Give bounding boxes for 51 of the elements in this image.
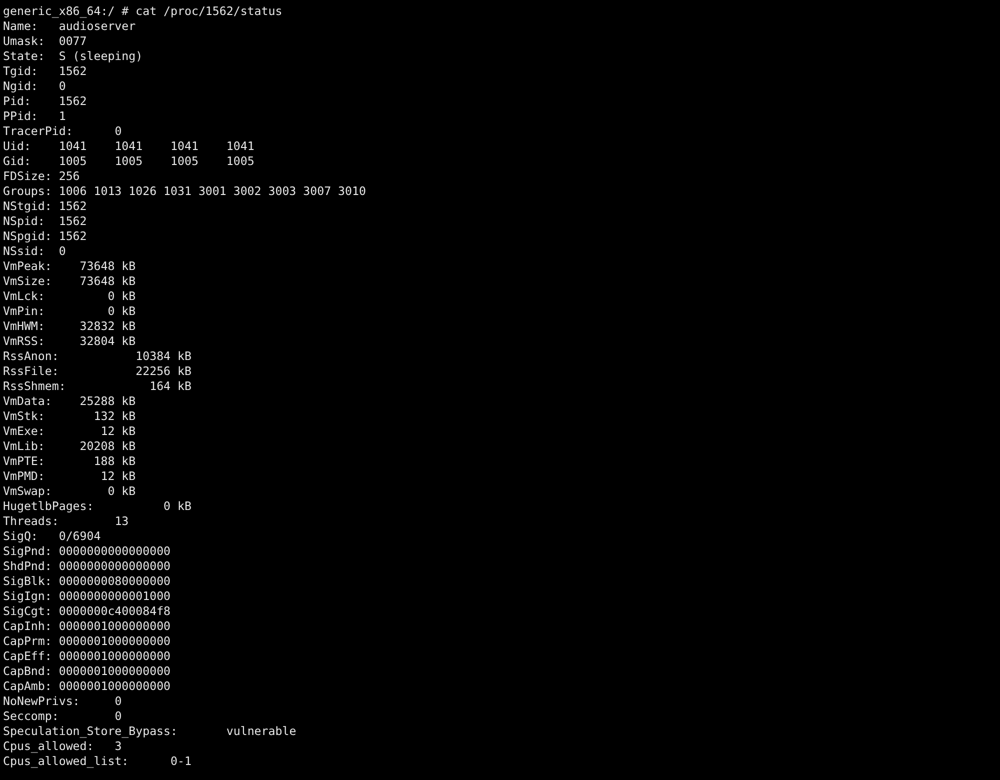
terminal-line: PPid: 1 bbox=[3, 109, 66, 124]
terminal-line: VmRSS: 32804 kB bbox=[3, 334, 136, 349]
terminal-line: Name: audioserver bbox=[3, 19, 136, 34]
terminal-line: Cpus_allowed_list: 0-1 bbox=[3, 754, 192, 769]
terminal-line: State: S (sleeping) bbox=[3, 49, 143, 64]
terminal-line: VmExe: 12 kB bbox=[3, 424, 136, 439]
terminal-line: VmData: 25288 kB bbox=[3, 394, 136, 409]
terminal-line: SigCgt: 0000000c400084f8 bbox=[3, 604, 171, 619]
terminal-line: Ngid: 0 bbox=[3, 79, 66, 94]
terminal-line: CapPrm: 0000001000000000 bbox=[3, 634, 171, 649]
terminal-line: Speculation_Store_Bypass: vulnerable bbox=[3, 724, 296, 739]
terminal-line: RssAnon: 10384 kB bbox=[3, 349, 192, 364]
terminal-line: Gid: 1005 1005 1005 1005 bbox=[3, 154, 254, 169]
terminal-line: HugetlbPages: 0 kB bbox=[3, 499, 192, 514]
terminal-line: VmPMD: 12 kB bbox=[3, 469, 136, 484]
terminal-line: VmSize: 73648 kB bbox=[3, 274, 136, 289]
terminal-line: VmStk: 132 kB bbox=[3, 409, 136, 424]
terminal-line: VmHWM: 32832 kB bbox=[3, 319, 136, 334]
terminal-line: VmPTE: 188 kB bbox=[3, 454, 136, 469]
terminal-line: VmPeak: 73648 kB bbox=[3, 259, 136, 274]
terminal-line: Tgid: 1562 bbox=[3, 64, 87, 79]
terminal-line: SigPnd: 0000000000000000 bbox=[3, 544, 171, 559]
terminal-line: CapInh: 0000001000000000 bbox=[3, 619, 171, 634]
terminal-line: ShdPnd: 0000000000000000 bbox=[3, 559, 171, 574]
terminal-line: NoNewPrivs: 0 bbox=[3, 694, 122, 709]
terminal-line: SigQ: 0/6904 bbox=[3, 529, 101, 544]
terminal-line: Seccomp: 0 bbox=[3, 709, 122, 724]
terminal-line: Umask: 0077 bbox=[3, 34, 87, 49]
terminal-line: generic_x86_64:/ # cat /proc/1562/status bbox=[3, 4, 282, 19]
terminal-line: FDSize: 256 bbox=[3, 169, 80, 184]
terminal-line: Threads: 13 bbox=[3, 514, 129, 529]
terminal-line: Groups: 1006 1013 1026 1031 3001 3002 3003 3007 3010 bbox=[3, 184, 366, 199]
terminal-line: VmSwap: 0 kB bbox=[3, 484, 136, 499]
terminal-line: NSpid: 1562 bbox=[3, 214, 87, 229]
terminal-line: CapEff: 0000001000000000 bbox=[3, 649, 171, 664]
terminal-line: TracerPid: 0 bbox=[3, 124, 122, 139]
terminal-line: CapBnd: 0000001000000000 bbox=[3, 664, 171, 679]
terminal-line: VmLck: 0 kB bbox=[3, 289, 136, 304]
terminal-line: CapAmb: 0000001000000000 bbox=[3, 679, 171, 694]
terminal-line: Pid: 1562 bbox=[3, 94, 87, 109]
terminal-line: NStgid: 1562 bbox=[3, 199, 87, 214]
terminal-line: NSpgid: 1562 bbox=[3, 229, 87, 244]
terminal-line: SigBlk: 0000000080000000 bbox=[3, 574, 171, 589]
terminal-line: NSsid: 0 bbox=[3, 244, 66, 259]
terminal-line: Cpus_allowed: 3 bbox=[3, 739, 122, 754]
terminal-line: SigIgn: 0000000000001000 bbox=[3, 589, 171, 604]
terminal-line: Uid: 1041 1041 1041 1041 bbox=[3, 139, 254, 154]
terminal-line: VmLib: 20208 kB bbox=[3, 439, 136, 454]
terminal-line: RssFile: 22256 kB bbox=[3, 364, 192, 379]
terminal-line: RssShmem: 164 kB bbox=[3, 379, 192, 394]
terminal-line: VmPin: 0 kB bbox=[3, 304, 136, 319]
